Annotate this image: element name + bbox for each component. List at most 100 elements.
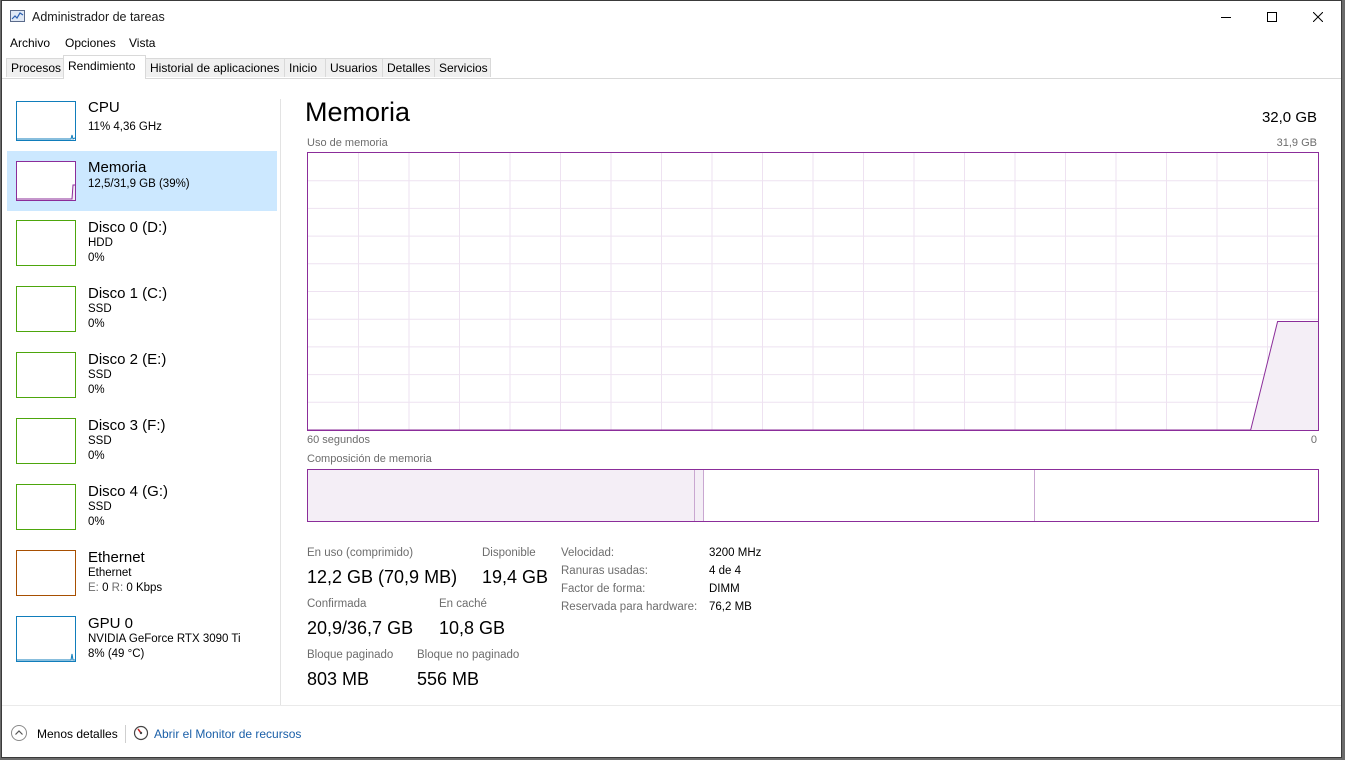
performance-sidebar: CPU 11% 4,36 GHz Memoria 12,5/31,9 GB (3… — [2, 79, 280, 704]
sidebar-title: Ethernet — [88, 549, 145, 566]
tab-inicio[interactable]: Inicio — [284, 58, 326, 77]
sidebar-detail-2: 0% — [88, 516, 105, 528]
committed-value: 20,9/36,7 GB — [307, 618, 414, 638]
tab-rendimiento[interactable]: Rendimiento — [63, 55, 146, 79]
footer-separator — [125, 725, 126, 743]
footer-divider — [2, 705, 1341, 706]
sidebar-detail-2: E: 0 R: 0 Kbps — [88, 582, 163, 594]
spec-slots-label: Ranuras usadas: — [561, 565, 648, 577]
spec-reserved-label: Reservada para hardware: — [561, 601, 698, 613]
spec-reserved-value: 76,2 MB — [709, 601, 752, 613]
sidebar-detail: SSD — [88, 435, 112, 447]
paged-pool-label: Bloque paginado — [307, 649, 394, 661]
tab-detalles[interactable]: Detalles — [382, 58, 435, 77]
sidebar-item-memoria[interactable]: Memoria 12,5/31,9 GB (39%) — [7, 151, 277, 211]
available-value: 19,4 GB — [482, 567, 549, 587]
sidebar-title: GPU 0 — [88, 615, 134, 632]
title-bar[interactable]: Administrador de tareas — [2, 1, 1341, 33]
memory-usage-svg — [308, 153, 1318, 431]
memory-usage-chart — [307, 152, 1319, 431]
usage-max-label: 31,9 GB — [1276, 137, 1317, 149]
sidebar-title: CPU — [88, 99, 120, 116]
sidebar-detail-2: 0% — [88, 450, 105, 462]
sidebar-item-disco-2[interactable]: Disco 2 (E:) SSD 0% — [7, 343, 277, 403]
less-details-button[interactable] — [11, 725, 27, 741]
resource-monitor-icon — [133, 725, 149, 741]
spec-speed-value: 3200 MHz — [709, 547, 762, 559]
maximize-button[interactable] — [1249, 1, 1295, 33]
paged-pool-value: 803 MB — [307, 669, 370, 689]
menu-archivo[interactable]: Archivo — [10, 36, 50, 50]
sidebar-title: Disco 1 (C:) — [88, 285, 168, 302]
cached-value: 10,8 GB — [439, 618, 506, 638]
in-use-value: 12,2 GB (70,9 MB) — [307, 567, 458, 587]
sidebar-item-disco-1[interactable]: Disco 1 (C:) SSD 0% — [7, 277, 277, 337]
task-manager-icon — [10, 10, 25, 22]
sidebar-title: Disco 4 (G:) — [88, 483, 169, 500]
nonpaged-pool-value: 556 MB — [417, 669, 480, 689]
minimize-icon — [1221, 17, 1231, 18]
usage-label: Uso de memoria — [307, 137, 388, 149]
sidebar-item-disco-4[interactable]: Disco 4 (G:) SSD 0% — [7, 475, 277, 535]
tab-procesos[interactable]: Procesos — [6, 58, 64, 77]
time-axis-left: 60 segundos — [307, 434, 370, 446]
disk-thumbnail — [16, 484, 76, 530]
sidebar-detail: HDD — [88, 237, 113, 249]
sidebar-title: Disco 2 (E:) — [88, 351, 167, 368]
minimize-button[interactable] — [1203, 1, 1249, 33]
menu-opciones[interactable]: Opciones — [65, 36, 116, 50]
sidebar-item-cpu[interactable]: CPU 11% 4,36 GHz — [7, 91, 277, 151]
tab-servicios[interactable]: Servicios — [434, 58, 491, 77]
composition-modified — [694, 470, 704, 521]
sidebar-detail: SSD — [88, 501, 112, 513]
spec-speed-label: Velocidad: — [561, 547, 615, 559]
sidebar-item-gpu-0[interactable]: GPU 0 NVIDIA GeForce RTX 3090 Ti 8% (49 … — [7, 607, 277, 667]
disk-thumbnail — [16, 286, 76, 332]
cpu-thumbnail — [16, 101, 76, 141]
sidebar-title: Disco 0 (D:) — [88, 219, 168, 236]
sidebar-detail: NVIDIA GeForce RTX 3090 Ti — [88, 633, 241, 645]
menu-vista[interactable]: Vista — [129, 36, 155, 50]
task-manager-window: Administrador de tareas Archivo Opciones… — [1, 0, 1342, 758]
sidebar-detail-2: 0% — [88, 318, 105, 330]
maximize-icon — [1267, 12, 1277, 22]
sidebar-title: Disco 3 (F:) — [88, 417, 166, 434]
sidebar-detail-2: 0% — [88, 384, 105, 396]
sidebar-item-ethernet[interactable]: Ethernet Ethernet E: 0 R: 0 Kbps — [7, 541, 277, 601]
cached-label: En caché — [439, 598, 487, 610]
page-title: Memoria — [305, 97, 411, 127]
nonpaged-pool-label: Bloque no paginado — [417, 649, 520, 661]
total-memory: 32,0 GB — [1261, 109, 1317, 126]
close-icon — [1313, 12, 1323, 22]
time-axis-right: 0 — [1310, 434, 1317, 446]
composition-in-use — [308, 470, 695, 521]
less-details-link[interactable]: Menos detalles — [37, 727, 118, 741]
sidebar-detail: Ethernet — [88, 567, 132, 579]
committed-label: Confirmada — [307, 598, 367, 610]
sidebar-detail-2: 0% — [88, 252, 105, 264]
sidebar-detail: SSD — [88, 369, 112, 381]
ethernet-thumbnail — [16, 550, 76, 596]
gpu-thumbnail — [16, 616, 76, 662]
sidebar-detail: 12,5/31,9 GB (39%) — [88, 178, 190, 190]
sidebar-detail: SSD — [88, 303, 112, 315]
in-use-label: En uso (comprimido) — [307, 547, 414, 559]
tab-historial[interactable]: Historial de aplicaciones — [145, 58, 285, 77]
close-button[interactable] — [1295, 1, 1341, 33]
available-label: Disponible — [482, 547, 536, 559]
sidebar-divider — [280, 99, 281, 705]
chart-grid — [308, 153, 1318, 430]
chevron-up-icon — [15, 730, 23, 735]
window-title: Administrador de tareas — [32, 10, 165, 24]
open-resource-monitor-link[interactable]: Abrir el Monitor de recursos — [154, 727, 301, 741]
footer: Menos detalles Abrir el Monitor de recur… — [2, 719, 1341, 749]
memory-thumbnail — [16, 161, 76, 201]
tab-bar: Procesos Rendimiento Historial de aplica… — [2, 55, 1341, 79]
sidebar-item-disco-0[interactable]: Disco 0 (D:) HDD 0% — [7, 211, 277, 271]
memory-composition-bar — [307, 469, 1319, 522]
spec-form-factor-label: Factor de forma: — [561, 583, 646, 595]
tab-usuarios[interactable]: Usuarios — [325, 58, 383, 77]
sidebar-detail-2: 8% (49 °C) — [88, 648, 145, 660]
sidebar-item-disco-3[interactable]: Disco 3 (F:) SSD 0% — [7, 409, 277, 469]
disk-thumbnail — [16, 220, 76, 266]
